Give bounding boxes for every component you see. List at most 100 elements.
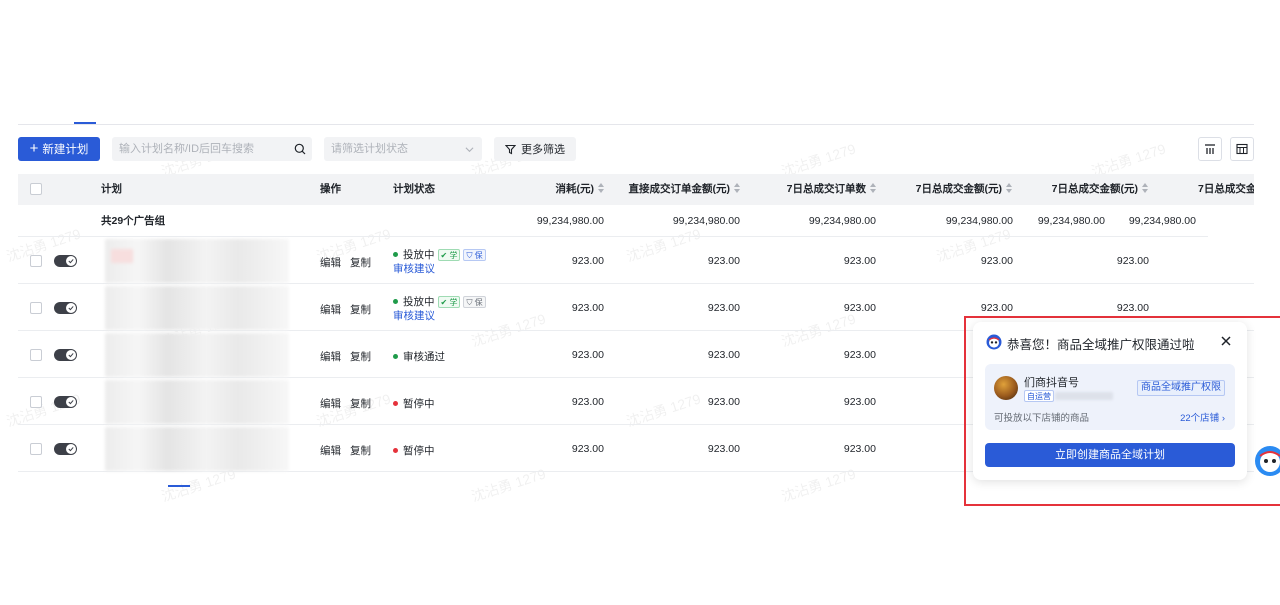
assistant-avatar[interactable] — [1255, 446, 1280, 476]
column-settings-button[interactable] — [1198, 137, 1222, 161]
header-gmv-7d-c[interactable]: 7日总成交金额 — [1198, 174, 1254, 205]
header-status: 计划状态 — [393, 183, 435, 195]
row-orders-7d: 923.00 — [843, 443, 876, 455]
tab-divider — [18, 124, 1254, 125]
sort-icon — [734, 183, 740, 193]
plan-name-redacted — [105, 427, 289, 471]
edit-link[interactable]: 编辑 — [320, 396, 341, 411]
header-gmv-7d-a-label: 7日总成交金额(元) — [915, 183, 1002, 195]
copy-link[interactable]: 复制 — [350, 302, 371, 317]
status-dot — [393, 252, 398, 257]
permission-tag: 商品全域推广权限 — [1137, 380, 1225, 396]
more-filters-button[interactable]: 更多筛选 — [494, 137, 576, 161]
summary-gmv-7d-b: 99,234,980.00 — [1037, 215, 1105, 227]
row-checkbox[interactable] — [30, 349, 42, 361]
table-view-button[interactable] — [1230, 137, 1254, 161]
protect-tag: ⛉ 保 — [463, 296, 486, 308]
copy-link[interactable]: 复制 — [350, 255, 371, 270]
status-filter-select[interactable]: 请筛选计划状态 — [324, 137, 482, 161]
shop-id-redacted — [1055, 392, 1113, 400]
shop-avatar — [994, 376, 1018, 400]
learning-tag: ✔ 学 — [437, 296, 461, 308]
pagination-active-indicator — [168, 485, 190, 487]
row-status-toggle[interactable] — [54, 443, 77, 455]
plan-name-redacted — [105, 333, 289, 377]
edit-link[interactable]: 编辑 — [320, 255, 341, 270]
self-operated-badge: 自运营 — [1024, 390, 1054, 402]
summary-label: 共29个广告组 — [101, 215, 166, 227]
search-icon[interactable] — [294, 143, 306, 155]
close-icon[interactable] — [1220, 335, 1232, 347]
row-status-toggle[interactable] — [54, 349, 77, 361]
check-icon — [68, 306, 74, 311]
row-status-toggle[interactable] — [54, 396, 77, 408]
sort-icon — [1006, 183, 1012, 193]
row-checkbox[interactable] — [30, 443, 42, 455]
new-plan-button[interactable]: + 新建计划 — [18, 137, 100, 161]
summary-gmv-7d-a: 99,234,980.00 — [945, 215, 1013, 227]
toggle-knob — [66, 303, 76, 313]
header-direct-gmv[interactable]: 直接成交订单金额(元) — [618, 174, 740, 205]
create-campaign-button[interactable]: 立即创建商品全域计划 — [985, 443, 1235, 467]
header-cost[interactable]: 消耗(元) — [488, 174, 604, 205]
status-filter-placeholder: 请筛选计划状态 — [331, 143, 408, 155]
copy-link[interactable]: 复制 — [350, 443, 371, 458]
summary-orders-7d: 99,234,980.00 — [808, 215, 876, 227]
header-gmv-7d-a[interactable]: 7日总成交金额(元) — [890, 174, 1012, 205]
row-checkbox[interactable] — [30, 255, 42, 267]
status-text: 投放中 — [403, 249, 435, 261]
store-count-link[interactable]: 22个店铺 › — [1180, 410, 1225, 424]
protect-tag-label: 保 — [474, 251, 483, 260]
plan-name-redacted — [105, 286, 289, 330]
header-gmv-7d-b-label: 7日总成交金额(元) — [1051, 183, 1138, 195]
popup-title: 恭喜您！商品全域推广权限通过啦 — [1007, 338, 1195, 352]
review-suggestion-link[interactable]: 审核建议 — [393, 261, 435, 276]
row-orders-7d: 923.00 — [843, 302, 876, 314]
row-gmv-7d-a: 923.00 — [980, 302, 1013, 314]
plan-name-redacted — [105, 380, 289, 424]
edit-link[interactable]: 编辑 — [320, 349, 341, 364]
copy-link[interactable]: 复制 — [350, 349, 371, 364]
more-filters-label: 更多筛选 — [521, 144, 565, 156]
plan-name-redacted — [105, 239, 289, 283]
row-status-toggle[interactable] — [54, 302, 77, 314]
tab-active-indicator — [74, 122, 96, 124]
search-input[interactable] — [112, 137, 288, 161]
summary-direct-gmv: 99,234,980.00 — [672, 215, 740, 227]
row-status-toggle[interactable] — [54, 255, 77, 267]
status-text: 投放中 — [403, 296, 435, 308]
table-row: 编辑 复制 投放中 ✔ 学 ⛉ 保 审核建议 923.00 923.00 923.0… — [18, 237, 1254, 284]
summary-cost: 99,234,980.00 — [536, 215, 604, 227]
header-orders-7d[interactable]: 7日总成交订单数 — [754, 174, 876, 205]
copy-link[interactable]: 复制 — [350, 396, 371, 411]
select-all-checkbox[interactable] — [30, 183, 42, 195]
search-box — [112, 137, 312, 161]
summary-row: 共29个广告组 99,234,980.00 99,234,980.00 99,2… — [18, 205, 1208, 237]
row-gmv-7d-b: 923.00 — [1116, 255, 1149, 267]
row-checkbox[interactable] — [30, 302, 42, 314]
protect-tag-label: 保 — [474, 298, 483, 307]
header-orders-7d-label: 7日总成交订单数 — [786, 183, 866, 195]
row-status: 投放中 ✔ 学 ⛉ 保 — [393, 247, 486, 262]
header-gmv-7d-b[interactable]: 7日总成交金额(元) — [1026, 174, 1148, 205]
toggle-knob — [66, 397, 76, 407]
edit-link[interactable]: 编辑 — [320, 302, 341, 317]
redaction-spot — [111, 249, 133, 263]
row-direct-gmv: 923.00 — [707, 396, 740, 408]
review-suggestion-link[interactable]: 审核建议 — [393, 308, 435, 323]
header-plan: 计划 — [101, 183, 122, 195]
toggle-knob — [66, 444, 76, 454]
row-checkbox[interactable] — [30, 396, 42, 408]
status-dot — [393, 401, 398, 406]
row-gmv-7d-a: 923.00 — [980, 255, 1013, 267]
summary-gmv-7d-c: 99,234,980.00 — [1128, 215, 1196, 227]
row-orders-7d: 923.00 — [843, 349, 876, 361]
new-plan-label: 新建计划 — [42, 144, 89, 156]
sort-icon — [598, 183, 604, 193]
permission-popup: 恭喜您！商品全域推广权限通过啦 们商抖音号 自运营 商品全域推广权限 可投放以下… — [973, 322, 1247, 480]
status-text: 审核通过 — [403, 351, 445, 363]
plus-icon: + — [29, 140, 39, 157]
shop-name: 们商抖音号 — [1024, 377, 1079, 389]
edit-link[interactable]: 编辑 — [320, 443, 341, 458]
learning-tag: ✔ 学 — [437, 249, 461, 261]
